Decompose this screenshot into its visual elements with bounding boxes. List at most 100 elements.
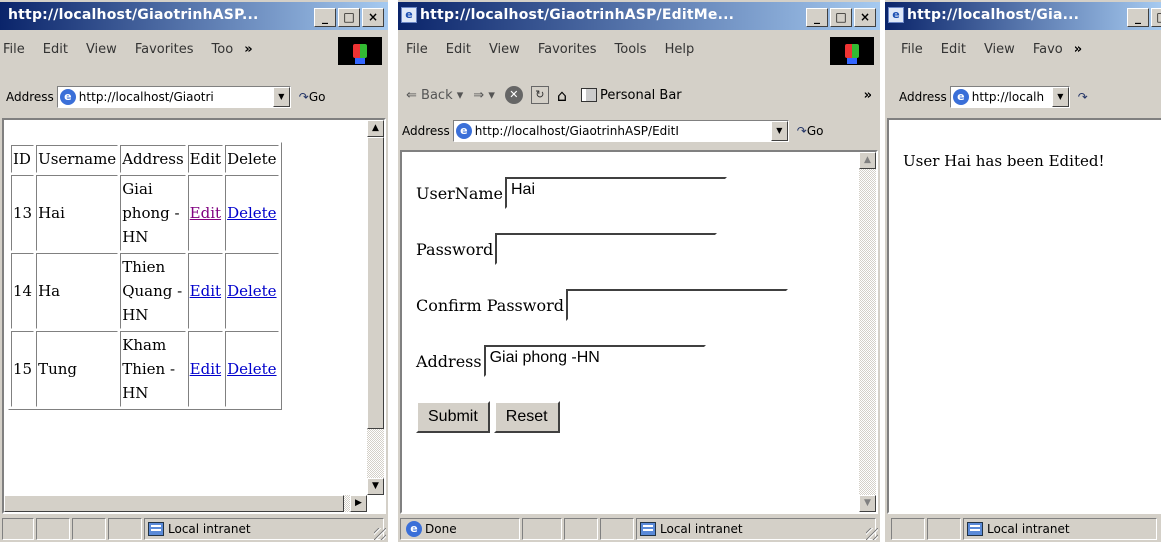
close-button[interactable]: × [854, 8, 876, 27]
cell-id: 14 [11, 253, 35, 329]
address-dropdown-chevron-icon[interactable]: ▼ [272, 87, 290, 107]
menu-more-chevron-icon[interactable]: » [244, 42, 252, 57]
menu-file[interactable]: File [398, 42, 437, 57]
menu-edit[interactable]: Edit [437, 42, 480, 57]
address-dropdown-chevron-icon[interactable]: ▼ [1051, 87, 1069, 107]
menu-tools[interactable]: Too [203, 42, 243, 57]
refresh-icon[interactable]: ↻ [530, 86, 549, 104]
forward-button[interactable]: ⇒ ▾ [473, 88, 495, 103]
header-address: Address [120, 145, 186, 173]
address-line: HN [122, 228, 149, 246]
menu-view[interactable]: View [480, 42, 529, 57]
cell-username: Ha [36, 253, 119, 329]
stop-icon[interactable]: ✕ [504, 86, 523, 104]
username-label: UserName [416, 183, 503, 203]
status-pane [2, 518, 34, 540]
address-dropdown-chevron-icon[interactable]: ▼ [770, 121, 788, 141]
menu-tools[interactable]: Tools [606, 42, 656, 57]
menu-favorites[interactable]: Favorites [529, 42, 606, 57]
back-button[interactable]: ⇐ Back ▾ [406, 88, 463, 103]
address-bar: Address e http://localh ▼ ↷ [885, 84, 1161, 110]
address-input[interactable]: e http://localh ▼ [949, 86, 1070, 108]
delete-link[interactable]: Delete [227, 360, 276, 378]
scroll-up-arrow-icon[interactable]: ▲ [859, 152, 876, 169]
cell-delete: Delete [225, 331, 279, 407]
horizontal-scroll-thumb[interactable] [4, 495, 344, 512]
cell-id: 15 [11, 331, 35, 407]
vertical-scrollbar[interactable]: ▲ ▼ [367, 120, 384, 495]
address-field-input[interactable]: Giai phong -HN [483, 345, 706, 377]
cell-username: Hai [36, 175, 119, 251]
status-pane [36, 518, 70, 540]
address-bar: Address e http://localhost/Giaotri ▼ ↷Go [0, 84, 388, 110]
menu-more-chevron-icon[interactable]: » [1074, 42, 1082, 57]
edit-link[interactable]: Edit [190, 360, 221, 378]
title-bar[interactable]: e http://localhost/Gia... _ □ [885, 2, 1161, 30]
menu-help[interactable]: Help [656, 42, 704, 57]
personal-bar-icon [581, 88, 598, 102]
horizontal-scrollbar[interactable]: ▶ [4, 495, 367, 512]
status-text: Done [425, 522, 457, 536]
confirm-password-input[interactable] [565, 289, 788, 321]
maximize-button[interactable]: □ [830, 8, 852, 27]
scroll-thumb[interactable] [367, 137, 384, 429]
address-input[interactable]: e http://localhost/Giaotri ▼ [56, 86, 291, 108]
users-table: ID Username Address Edit Delete 13 Hai G… [8, 142, 282, 410]
minimize-button[interactable]: _ [1127, 8, 1149, 27]
status-pane [72, 518, 106, 540]
menu-view[interactable]: View [77, 42, 126, 57]
scroll-right-arrow-icon[interactable]: ▶ [350, 495, 367, 512]
close-button[interactable]: × [362, 8, 384, 27]
menu-view[interactable]: View [975, 42, 1024, 57]
vertical-scrollbar[interactable]: ▲ ▼ [859, 152, 876, 512]
delete-link[interactable]: Delete [227, 204, 276, 222]
username-input[interactable]: Hai [505, 177, 727, 209]
cell-edit: Edit [187, 253, 224, 329]
status-zone-label: Local intranet [987, 522, 1070, 536]
scroll-up-arrow-icon[interactable]: ▲ [367, 120, 384, 137]
resize-grip[interactable] [374, 528, 386, 540]
scroll-down-arrow-icon[interactable]: ▼ [367, 478, 384, 495]
window-title: http://localhost/Gia... [907, 7, 1080, 23]
edit-link[interactable]: Edit [190, 282, 221, 300]
address-url: http://localhost/GiaotrinhASP/EditI [474, 124, 679, 138]
reset-button[interactable]: Reset [493, 401, 560, 433]
go-arrow-icon[interactable]: ↷ [1070, 90, 1088, 104]
menu-favorites[interactable]: Favo [1024, 42, 1072, 57]
menu-file[interactable]: File [0, 42, 34, 57]
window-title: http://localhost/GiaotrinhASP... [8, 7, 259, 23]
address-line: HN [122, 384, 149, 402]
password-input[interactable] [495, 233, 718, 265]
go-button[interactable]: ↷Go [789, 124, 824, 138]
submit-button[interactable]: Submit [416, 401, 490, 433]
done-page-icon: e [406, 521, 422, 537]
go-label: Go [308, 90, 326, 104]
home-icon[interactable]: ⌂ [557, 86, 567, 105]
menu-favorites[interactable]: Favorites [126, 42, 203, 57]
edit-link[interactable]: Edit [190, 204, 221, 222]
scroll-down-arrow-icon[interactable]: ▼ [859, 495, 876, 512]
minimize-button[interactable]: _ [314, 8, 336, 27]
page-content: UserName Hai Password Confirm Password A… [400, 150, 878, 514]
menu-bar: File Edit View Favorites Too » [0, 36, 388, 62]
toolbar-more-chevron-icon[interactable]: » [864, 88, 872, 103]
go-button[interactable]: ↷Go [291, 90, 326, 104]
intranet-icon [967, 522, 983, 536]
menu-file[interactable]: File [885, 42, 932, 57]
menu-edit[interactable]: Edit [932, 42, 975, 57]
header-delete: Delete [225, 145, 279, 173]
header-username: Username [36, 145, 119, 173]
cell-edit: Edit [187, 331, 224, 407]
title-bar[interactable]: e http://localhost/GiaotrinhASP/EditMe..… [398, 2, 880, 30]
address-input[interactable]: e http://localhost/GiaotrinhASP/EditI ▼ [452, 120, 789, 142]
personal-bar-button[interactable]: Personal Bar [581, 88, 682, 103]
menu-edit[interactable]: Edit [34, 42, 77, 57]
resize-grip[interactable] [866, 528, 878, 540]
title-bar[interactable]: http://localhost/GiaotrinhASP... _ □ × [0, 2, 388, 30]
windows-logo-icon [338, 37, 382, 65]
delete-link[interactable]: Delete [227, 282, 276, 300]
minimize-button[interactable]: _ [806, 8, 828, 27]
maximize-button[interactable]: □ [338, 8, 360, 27]
go-arrow-icon: ↷ [796, 124, 807, 138]
maximize-button[interactable]: □ [1151, 8, 1161, 27]
